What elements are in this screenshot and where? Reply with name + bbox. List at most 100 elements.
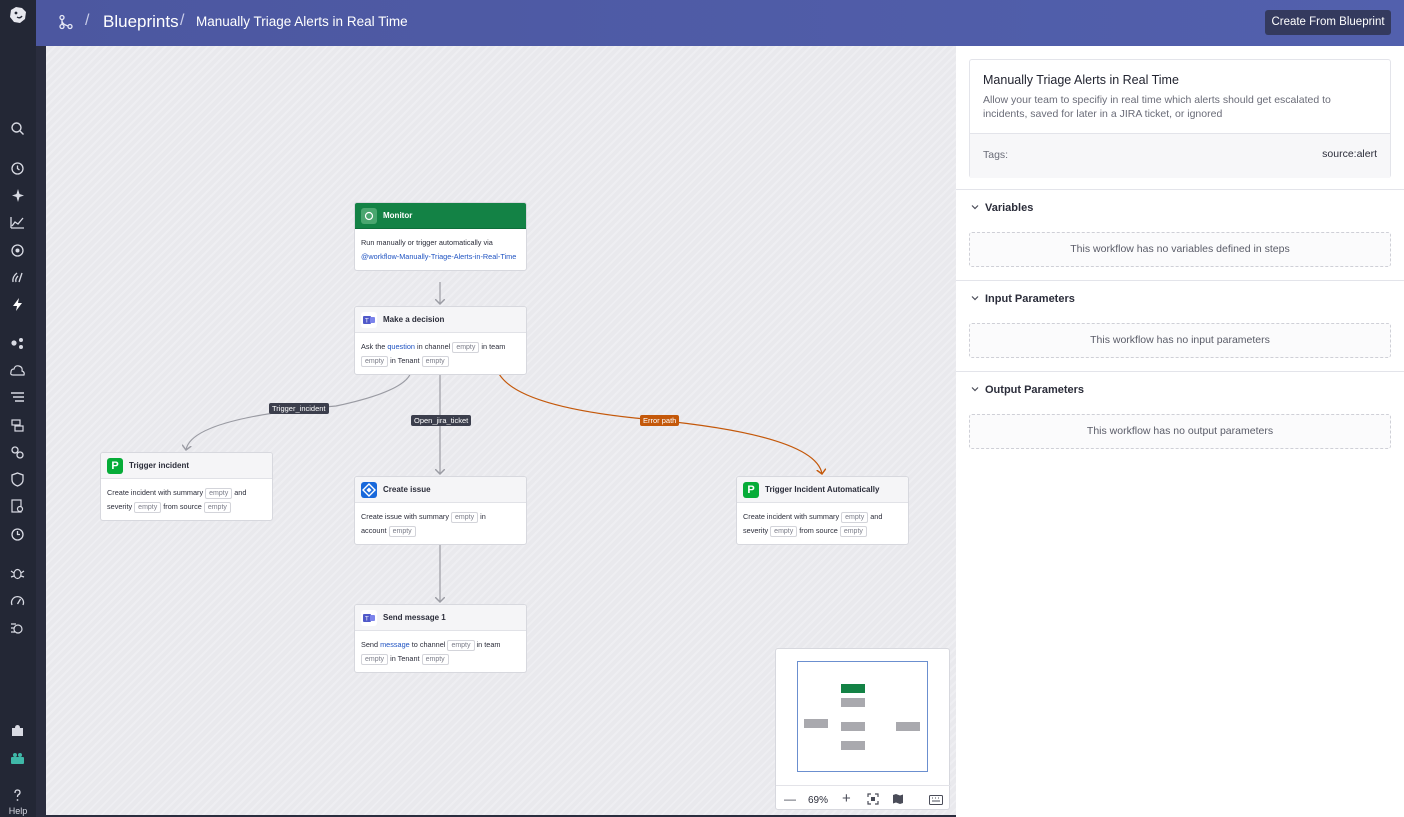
cycle-icon[interactable]	[9, 526, 26, 543]
help-label[interactable]: Help	[0, 806, 36, 816]
plus-icon[interactable]: +	[842, 790, 851, 807]
chevron-down-icon[interactable]	[970, 202, 980, 212]
node-text: and	[234, 488, 247, 497]
minimap-node	[896, 722, 920, 731]
chevron-down-icon[interactable]	[970, 293, 980, 303]
keyboard-icon[interactable]	[929, 794, 943, 808]
svg-text:T: T	[364, 616, 369, 623]
workflow-icon[interactable]	[58, 14, 74, 30]
node-body: Create incident with summary empty and s…	[101, 479, 272, 520]
node-text: from source	[163, 502, 202, 511]
empty-chip: empty	[421, 654, 449, 665]
breadcrumb-separator: /	[180, 12, 185, 29]
edge-label-trigger: Trigger_incident	[269, 403, 329, 414]
edge-label-jira: Open_jira_ticket	[411, 415, 472, 426]
dog-logo-icon[interactable]	[7, 4, 29, 26]
output-parameters-heading[interactable]: Output Parameters	[985, 384, 1084, 396]
node-send-message[interactable]: T Send message 1 Send message to channel…	[354, 604, 527, 673]
node-text: Create incident with summary	[107, 488, 204, 497]
chart-icon[interactable]	[9, 214, 26, 231]
empty-chip: empty	[361, 356, 389, 367]
workflow-handle-link[interactable]: @workflow-Manually-Triage-Alerts-in-Real…	[361, 252, 516, 261]
variables-heading[interactable]: Variables	[985, 202, 1033, 214]
bolt-icon[interactable]	[9, 296, 26, 313]
history-icon[interactable]	[9, 160, 26, 177]
node-text: from source	[799, 526, 838, 535]
node-trigger-incident[interactable]: P Trigger incident Create incident with …	[100, 452, 273, 521]
shield-icon[interactable]	[9, 471, 26, 488]
minimap-node	[841, 741, 865, 750]
dots-icon[interactable]	[9, 335, 26, 352]
node-header: P Trigger incident	[101, 453, 272, 479]
teams-icon: T	[361, 610, 377, 626]
empty-chip: empty	[421, 356, 449, 367]
node-body: Send message to channel empty in team em…	[355, 631, 526, 672]
help-icon[interactable]	[9, 787, 26, 804]
node-text: in Tenant	[390, 356, 420, 365]
question-link[interactable]: question	[387, 342, 415, 351]
node-create-issue[interactable]: Create issue Create issue with summary e…	[354, 476, 527, 545]
bug-icon[interactable]	[9, 565, 26, 582]
sparkle-icon[interactable]	[9, 187, 26, 204]
page-title: Manually Triage Alerts in Real Time	[196, 14, 408, 29]
node-body: Run manually or trigger automatically vi…	[355, 229, 526, 270]
node-title: Monitor	[383, 211, 413, 220]
node-text: severity	[743, 526, 769, 535]
minus-icon[interactable]: —	[784, 792, 796, 806]
puzzle-icon[interactable]	[9, 722, 26, 739]
input-parameters-empty-state: This workflow has no input parameters	[969, 323, 1391, 358]
node-trigger-incident-automatically[interactable]: P Trigger Incident Automatically Create …	[736, 476, 909, 545]
chevron-down-icon[interactable]	[970, 384, 980, 394]
variables-empty-state: This workflow has no variables defined i…	[969, 232, 1391, 267]
empty-chip: empty	[134, 502, 162, 513]
zoom-controls: — 69% +	[776, 785, 951, 811]
empty-chip: empty	[451, 512, 479, 523]
variables-section: Variables This workflow has no variables…	[956, 189, 1404, 280]
node-header: P Trigger Incident Automatically	[737, 477, 908, 503]
node-make-decision[interactable]: T Make a decision Ask the question in ch…	[354, 306, 527, 375]
list-icon[interactable]	[9, 389, 26, 406]
apm-icon[interactable]	[9, 417, 26, 434]
map-icon[interactable]	[892, 793, 904, 808]
node-text: in	[480, 512, 486, 521]
node-text: in team	[476, 640, 501, 649]
node-text: to channel	[411, 640, 446, 649]
link-icon[interactable]	[9, 444, 26, 461]
node-text: Ask the	[361, 342, 386, 351]
teams-icon: T	[361, 312, 377, 328]
node-text: in team	[481, 342, 506, 351]
output-parameters-section: Output Parameters This workflow has no o…	[956, 371, 1404, 462]
empty-chip: empty	[770, 526, 798, 537]
message-link[interactable]: message	[380, 640, 410, 649]
minimap[interactable]: — 69% +	[775, 648, 951, 811]
integration-icon[interactable]	[9, 750, 26, 767]
node-body: Create issue with summary empty in accou…	[355, 503, 526, 544]
gauge-icon[interactable]	[9, 593, 26, 610]
cloud-icon[interactable]	[9, 362, 26, 379]
page-header: / Blueprints / Manually Triage Alerts in…	[36, 0, 1404, 46]
node-header: T Make a decision	[355, 307, 526, 333]
node-title: Create issue	[383, 485, 431, 494]
input-parameters-section: Input Parameters This workflow has no in…	[956, 280, 1404, 371]
node-text: in channel	[417, 342, 451, 351]
edge-label-error: Error path	[640, 415, 680, 426]
create-from-blueprint-button[interactable]: Create From Blueprint	[1265, 10, 1391, 35]
search-icon[interactable]	[9, 120, 26, 137]
jira-icon	[361, 482, 377, 498]
workflow-canvas[interactable]: Trigger_incident Open_jira_ticket Error …	[46, 46, 956, 815]
input-parameters-heading[interactable]: Input Parameters	[985, 293, 1075, 305]
fit-view-icon[interactable]	[867, 793, 879, 808]
empty-chip: empty	[205, 488, 233, 499]
search-doc-icon[interactable]	[9, 498, 26, 515]
target-icon[interactable]	[9, 242, 26, 259]
node-text: account	[361, 526, 387, 535]
signal-icon[interactable]	[9, 269, 26, 286]
synthetics-icon[interactable]	[9, 620, 26, 637]
tags-label: Tags:	[983, 149, 1009, 161]
minimap-viewport[interactable]	[797, 661, 928, 772]
tag-source-alert[interactable]: source:alert	[1322, 148, 1377, 160]
breadcrumb-blueprints[interactable]: Blueprints	[103, 12, 179, 32]
node-monitor[interactable]: Monitor Run manually or trigger automati…	[354, 202, 527, 271]
node-body: Create incident with summary empty and s…	[737, 503, 908, 544]
pagerduty-icon: P	[743, 482, 759, 498]
